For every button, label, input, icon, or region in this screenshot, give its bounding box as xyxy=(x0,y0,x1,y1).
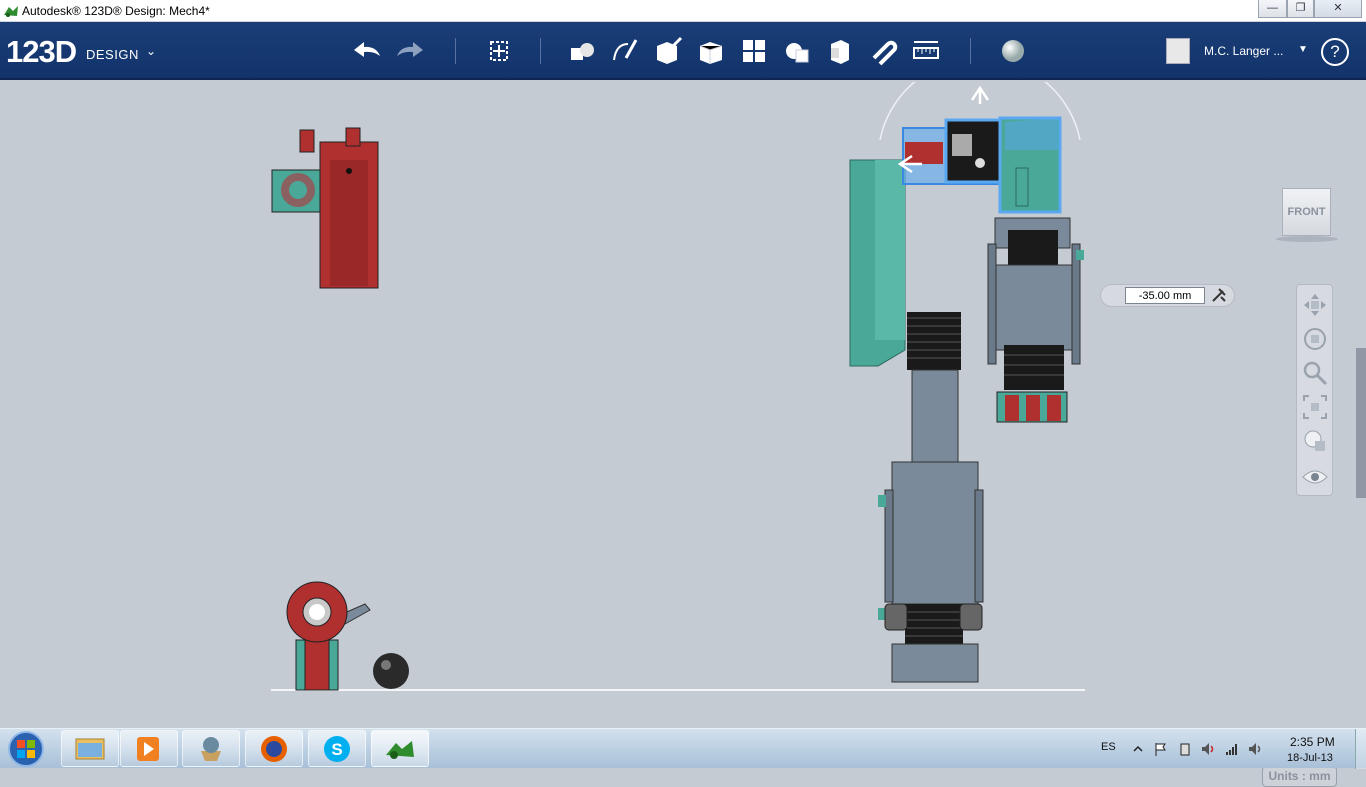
construct-icon[interactable] xyxy=(651,34,685,68)
taskbar-app[interactable] xyxy=(182,730,240,767)
toolbar-separator xyxy=(455,38,456,64)
app-icon xyxy=(201,737,221,761)
selected-head[interactable] xyxy=(879,82,1081,214)
grouping-icon[interactable] xyxy=(780,34,814,68)
logo-word[interactable]: DESIGN xyxy=(86,47,139,62)
material-icon[interactable] xyxy=(996,34,1030,68)
taskbar-skype[interactable]: S xyxy=(308,730,366,767)
zoom-icon[interactable] xyxy=(1301,359,1329,387)
show-hidden-icons-icon[interactable] xyxy=(1130,741,1146,757)
help-button[interactable]: ? xyxy=(1321,38,1349,66)
action-center-flag-icon[interactable] xyxy=(1153,741,1169,757)
speaker-icon[interactable] xyxy=(1247,741,1263,757)
taskbar-firefox[interactable] xyxy=(245,730,303,767)
3d-viewport[interactable]: FRONT Units : mm xyxy=(0,82,1366,787)
taskbar-123d-design[interactable] xyxy=(371,730,429,767)
123d-app-icon xyxy=(4,6,18,17)
teal-arm[interactable] xyxy=(849,159,906,367)
media-player-icon xyxy=(137,737,159,761)
minimize-button[interactable]: — xyxy=(1258,0,1287,18)
user-menu-chevron-icon[interactable]: ▼ xyxy=(1298,44,1308,55)
move-up-arrow-icon xyxy=(970,85,990,104)
skype-icon: S xyxy=(324,736,350,762)
pattern-icon[interactable] xyxy=(737,34,771,68)
maximize-button[interactable]: ❐ xyxy=(1287,0,1314,18)
orbit-icon[interactable] xyxy=(1301,325,1329,353)
right-column[interactable] xyxy=(987,217,1084,423)
combine-icon[interactable] xyxy=(823,34,857,68)
units-badge[interactable]: Units : mm xyxy=(1262,766,1337,787)
firefox-icon xyxy=(261,736,287,762)
clock-time[interactable]: 2:35 PM xyxy=(1290,735,1335,749)
clock-date[interactable]: 18-Jul-13 xyxy=(1287,752,1333,764)
snap-icon[interactable] xyxy=(866,34,900,68)
avatar[interactable] xyxy=(1166,38,1190,64)
close-button[interactable]: ✕ xyxy=(1314,0,1362,18)
taskbar: S ES 2:35 PM 18-Jul-13 xyxy=(0,728,1366,769)
taskbar-media-player[interactable] xyxy=(120,730,178,767)
start-button[interactable] xyxy=(5,730,47,768)
network-icon[interactable] xyxy=(1224,741,1240,757)
side-panel-tab[interactable] xyxy=(1356,348,1366,498)
sketch-icon[interactable] xyxy=(608,34,642,68)
primitives-icon[interactable] xyxy=(565,34,599,68)
view-cube[interactable]: FRONT xyxy=(1282,188,1331,236)
transform-icon[interactable] xyxy=(483,34,517,68)
fit-icon[interactable] xyxy=(1301,393,1329,421)
svg-text:S: S xyxy=(331,740,342,759)
taskbar-explorer[interactable] xyxy=(61,730,119,767)
modify-icon[interactable] xyxy=(694,34,728,68)
redo-icon[interactable] xyxy=(393,34,427,68)
toolbar-separator xyxy=(970,38,971,64)
navigation-bar xyxy=(1296,284,1333,496)
red-wheel-assembly[interactable] xyxy=(286,581,371,691)
black-ball[interactable] xyxy=(373,653,409,689)
logo-number[interactable]: 123D xyxy=(6,34,77,70)
show-desktop-button[interactable] xyxy=(1355,729,1366,769)
dimension-tool-icon[interactable] xyxy=(1209,285,1229,305)
dimension-input[interactable] xyxy=(1125,287,1205,304)
main-toolbar: 123D DESIGN ⌄ M.C. Langer ... ▼ ? xyxy=(0,22,1366,80)
explorer-icon xyxy=(75,738,105,760)
visibility-icon[interactable] xyxy=(1301,463,1329,491)
123d-design-icon xyxy=(386,741,414,759)
app-menu-chevron-icon[interactable]: ⌄ xyxy=(146,44,156,58)
pan-icon[interactable] xyxy=(1301,291,1329,319)
red-part-top[interactable] xyxy=(271,127,379,289)
undo-icon[interactable] xyxy=(350,34,384,68)
view-cube-shadow xyxy=(1276,236,1338,242)
view-style-icon[interactable] xyxy=(1301,427,1329,455)
toolbar-separator xyxy=(540,38,541,64)
volume-icon[interactable] xyxy=(1200,741,1216,757)
language-indicator[interactable]: ES xyxy=(1101,741,1116,753)
center-column[interactable] xyxy=(878,312,984,683)
user-name[interactable]: M.C. Langer ... xyxy=(1204,44,1283,58)
scene xyxy=(271,82,1085,691)
measure-icon[interactable] xyxy=(909,34,943,68)
safely-remove-icon[interactable] xyxy=(1177,741,1193,757)
window-title: Autodesk® 123D® Design: Mech4* xyxy=(22,4,210,18)
title-bar: Autodesk® 123D® Design: Mech4* — ❐ ✕ xyxy=(0,0,1366,22)
